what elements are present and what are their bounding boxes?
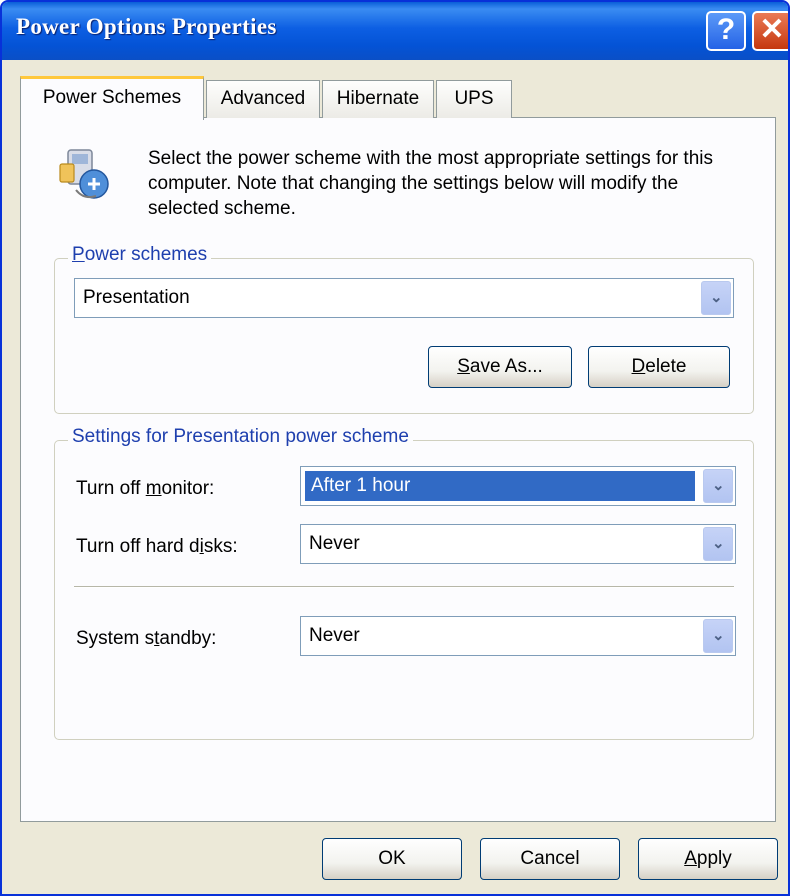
tab-power-schemes[interactable]: Power Schemes bbox=[20, 76, 204, 120]
standby-select[interactable]: Never ⌄ bbox=[300, 616, 736, 656]
hard-disks-label: Turn off hard disks: bbox=[76, 536, 238, 557]
help-button[interactable]: ? bbox=[706, 11, 746, 51]
hard-disks-select[interactable]: Never ⌄ bbox=[300, 524, 736, 564]
chevron-down-icon[interactable]: ⌄ bbox=[703, 469, 733, 503]
save-as-button[interactable]: Save As... bbox=[428, 346, 572, 388]
monitor-label: Turn off monitor: bbox=[76, 478, 215, 499]
monitor-select[interactable]: After 1 hour ⌄ bbox=[300, 466, 736, 506]
tab-hibernate[interactable]: Hibernate bbox=[322, 80, 434, 118]
chevron-down-icon[interactable]: ⌄ bbox=[703, 527, 733, 561]
help-icon: ? bbox=[716, 13, 736, 46]
description-text: Select the power scheme with the most ap… bbox=[148, 148, 713, 219]
delete-button[interactable]: Delete bbox=[588, 346, 730, 388]
standby-label: System standby: bbox=[76, 628, 217, 649]
tab-ups[interactable]: UPS bbox=[436, 80, 512, 118]
title-bar[interactable]: Power Options Properties ? ✕ bbox=[2, 2, 788, 60]
apply-button[interactable]: Apply bbox=[638, 838, 778, 880]
chevron-down-icon[interactable]: ⌄ bbox=[703, 619, 733, 653]
power-options-dialog: Power Options Properties ? ✕ Power Schem… bbox=[0, 0, 790, 896]
cancel-button[interactable]: Cancel bbox=[480, 838, 620, 880]
ok-button[interactable]: OK bbox=[322, 838, 462, 880]
power-options-icon bbox=[59, 149, 109, 199]
monitor-value: After 1 hour bbox=[305, 471, 695, 501]
settings-group-label: Settings for Presentation power scheme bbox=[68, 426, 413, 448]
window-title: Power Options Properties bbox=[16, 14, 277, 39]
tab-advanced[interactable]: Advanced bbox=[206, 80, 320, 118]
separator bbox=[74, 586, 734, 588]
power-schemes-group-label: Power schemes bbox=[68, 244, 212, 266]
chevron-down-icon[interactable]: ⌄ bbox=[701, 281, 731, 315]
close-icon: ✕ bbox=[759, 13, 785, 46]
power-scheme-value: Presentation bbox=[83, 287, 190, 308]
hard-disks-value: Never bbox=[309, 533, 360, 554]
power-scheme-select[interactable]: Presentation ⌄ bbox=[74, 278, 734, 318]
standby-value: Never bbox=[309, 625, 360, 646]
close-button[interactable]: ✕ bbox=[752, 11, 788, 51]
